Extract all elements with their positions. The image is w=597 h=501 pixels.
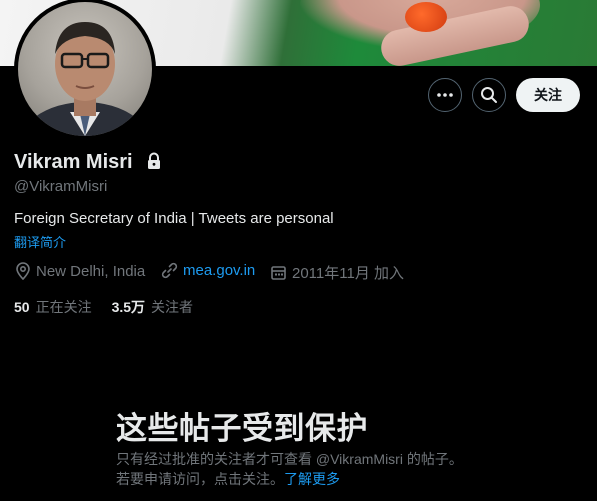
joined-info: 2011年11月 加入 — [270, 262, 404, 283]
location-info: New Delhi, India — [15, 262, 145, 280]
translate-bio-link[interactable]: 翻译简介 — [14, 232, 66, 251]
location-text: New Delhi, India — [36, 262, 146, 280]
website-link[interactable]: mea.gov.in — [183, 262, 255, 279]
profile-bio: Foreign Secretary of India | Tweets are … — [14, 210, 334, 227]
protected-title: 这些帖子受到保护 — [116, 411, 368, 446]
followers-count: 3.5万 — [111, 299, 146, 315]
follow-button[interactable]: 关注 — [516, 78, 580, 112]
more-icon — [437, 93, 453, 97]
follow-stats: 50 正在关注 3.5万 关注者 — [14, 297, 213, 317]
location-pin-icon — [16, 262, 30, 280]
search-button[interactable] — [472, 78, 506, 112]
avatar[interactable] — [14, 0, 156, 140]
search-icon — [481, 87, 497, 103]
protected-message: 只有经过批准的关注者才可查看 @VikramMisri 的帖子。若要申请访问，点… — [116, 449, 466, 489]
joined-text: 2011年11月 加入 — [292, 265, 404, 282]
following-count: 50 — [14, 299, 30, 315]
followers-label: 关注者 — [151, 299, 194, 315]
avatar-portrait — [18, 22, 152, 136]
following-label: 正在关注 — [35, 299, 92, 315]
banner-orange-object — [405, 2, 447, 32]
more-options-button[interactable] — [428, 78, 462, 112]
lock-icon — [148, 152, 160, 169]
profile-handle: @VikramMisri — [14, 178, 108, 195]
followers-stat[interactable]: 3.5万 关注者 — [112, 297, 193, 317]
profile-name: Vikram Misri — [14, 151, 133, 173]
website-info: mea.gov.in — [161, 262, 255, 279]
learn-more-link[interactable]: 了解更多 — [284, 471, 340, 487]
link-icon — [161, 262, 178, 279]
following-stat[interactable]: 50 正在关注 — [14, 297, 92, 317]
calendar-icon — [271, 266, 286, 280]
